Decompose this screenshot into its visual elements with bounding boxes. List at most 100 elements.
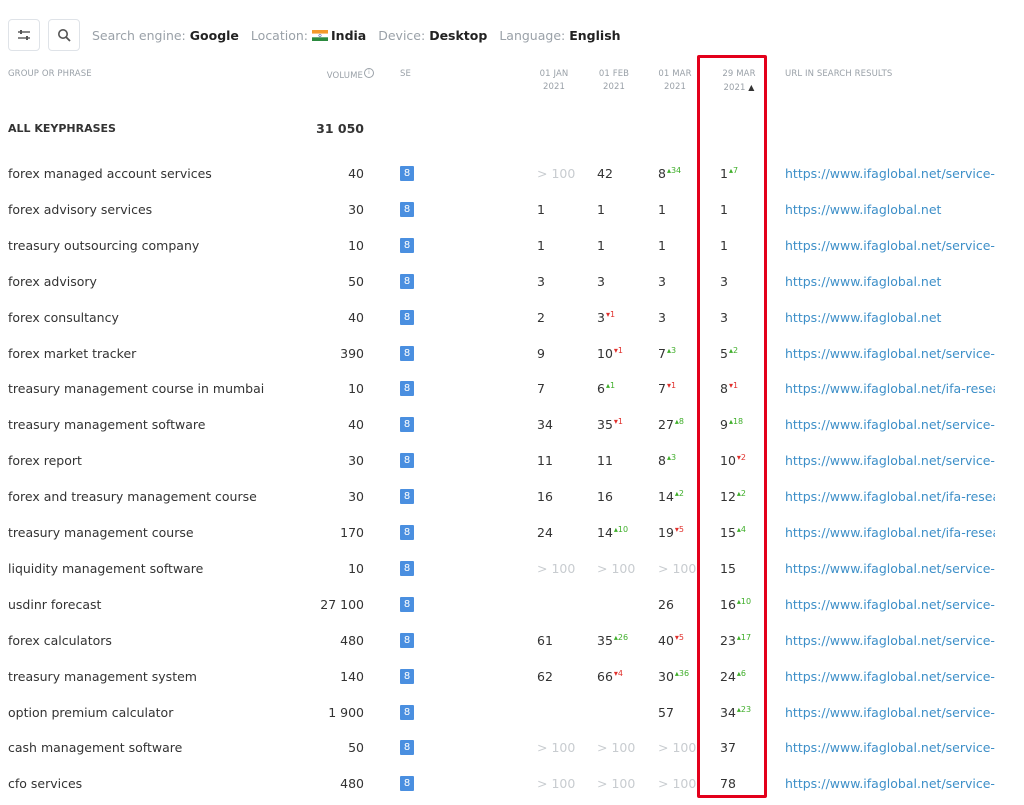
header-date-line1: 01 MAR: [658, 69, 692, 79]
result-url-link[interactable]: https://www.ifaglobal.net/service-of: [785, 695, 995, 731]
header-date-mar[interactable]: 01 MAR 2021: [655, 68, 695, 94]
table-row[interactable]: cfo services 480 8 > 100 > 100 > 100 78 https:/…: [0, 766, 1024, 802]
result-url-link[interactable]: https://www.ifaglobal.net/ifa-researc: [785, 479, 995, 515]
google-se-icon[interactable]: 8: [400, 273, 414, 289]
google-se-icon[interactable]: 8: [400, 381, 414, 397]
google-se-icon[interactable]: 8: [400, 668, 414, 684]
rank-change-value: 5: [678, 525, 685, 534]
google-se-icon[interactable]: 8: [400, 596, 414, 612]
table-row[interactable]: forex consultancy 40 8 2 3▾1 3 3 https://www.if…: [0, 300, 1024, 336]
result-url-link[interactable]: https://www.ifaglobal.net/service-of: [785, 623, 995, 659]
rank-value: 3: [597, 309, 605, 325]
result-url-link[interactable]: https://www.ifaglobal.net/service-of: [785, 336, 995, 372]
volume-value: 480: [340, 776, 364, 792]
google-se-icon[interactable]: 8: [400, 632, 414, 648]
filter-value-location: India: [331, 27, 367, 43]
header-group-or-phrase[interactable]: GROUP OR PHRASE: [8, 68, 92, 81]
rank-value: 30: [658, 668, 674, 684]
table-row[interactable]: forex advisory services 30 8 1 1 1 1 https://ww…: [0, 192, 1024, 228]
rank-value: 27: [658, 417, 674, 433]
result-url-link[interactable]: https://www.ifaglobal.net: [785, 264, 995, 300]
rank-value: 6: [597, 381, 605, 397]
table-row[interactable]: treasury management system 140 8 62 66▾4 30▴3…: [0, 659, 1024, 695]
google-se-icon[interactable]: 8: [400, 453, 414, 469]
rank-change-value: 8: [678, 417, 685, 427]
rank-change-up: ▴3: [667, 346, 676, 355]
google-se-icon[interactable]: 8: [400, 560, 414, 576]
rank-change-value: 5: [678, 632, 685, 642]
rank-cell: 1: [537, 192, 597, 228]
google-se-icon[interactable]: 8: [400, 309, 414, 325]
result-url-link[interactable]: https://www.ifaglobal.net/service-of: [785, 730, 995, 766]
table-row[interactable]: option premium calculator 1 900 8 57 34▴23 ht…: [0, 695, 1024, 731]
header-url-in-search-results[interactable]: URL IN SEARCH RESULTS: [785, 68, 892, 81]
table-row[interactable]: forex market tracker 390 8 9 10▾1 7▴3 5▴2 https…: [0, 336, 1024, 372]
keyphrase-text: treasury management system: [8, 668, 197, 684]
google-se-icon[interactable]: 8: [400, 237, 414, 253]
table-row[interactable]: treasury management course 170 8 24 14▴10 19▾…: [0, 515, 1024, 551]
table-row[interactable]: cash management software 50 8 > 100 > 100 > 1…: [0, 730, 1024, 766]
table-row[interactable]: forex advisory 50 8 3 3 3 3 https://www.ifaglob…: [0, 264, 1024, 300]
settings-sliders-button[interactable]: [8, 19, 40, 51]
rank-cell: > 100: [537, 766, 597, 802]
table-row[interactable]: forex report 30 8 11 11 8▴3 10▾2 https://www.if…: [0, 443, 1024, 479]
result-url-link[interactable]: https://www.ifaglobal.net/ifa-researc: [785, 515, 995, 551]
rank-value: 10: [597, 345, 613, 361]
table-row[interactable]: forex and treasury management course 30 8 1…: [0, 479, 1024, 515]
info-icon[interactable]: i: [364, 68, 374, 78]
result-url-link[interactable]: https://www.ifaglobal.net/service-of: [785, 156, 995, 192]
header-date-jan[interactable]: 01 JAN 2021: [534, 68, 574, 94]
table-row[interactable]: treasury management software 40 8 34 35▾1 27▴…: [0, 407, 1024, 443]
summary-phrase: ALL KEYPHRASES: [8, 122, 116, 135]
google-se-icon[interactable]: 8: [400, 417, 414, 433]
rank-value: 7: [537, 381, 545, 397]
table-row[interactable]: forex calculators 480 8 61 35▴26 40▾5 23▴17 htt…: [0, 623, 1024, 659]
table-row[interactable]: treasury management course in mumbai 10 8 7…: [0, 371, 1024, 407]
rank-cell: > 100: [537, 730, 597, 766]
rank-cell: > 100: [597, 551, 657, 587]
table-row[interactable]: forex managed account services 40 8 > 100 42…: [0, 156, 1024, 192]
header-volume[interactable]: VOLUME i: [300, 68, 374, 83]
header-date-line2: 2021: [663, 82, 687, 92]
keyphrase-text: treasury outsourcing company: [8, 237, 200, 253]
result-url-link[interactable]: https://www.ifaglobal.net/ifa-researc: [785, 371, 995, 407]
result-url-link[interactable]: https://www.ifaglobal.net/service-of: [785, 443, 995, 479]
result-url-link[interactable]: https://www.ifaglobal.net/service-of: [785, 551, 995, 587]
google-se-icon[interactable]: 8: [400, 525, 414, 540]
table-row[interactable]: usdinr forecast 27 100 8 26 16▴10 https://www…: [0, 587, 1024, 623]
result-url-link[interactable]: https://www.ifaglobal.net/service-of: [785, 659, 995, 695]
rank-value: > 100: [658, 560, 697, 576]
google-se-icon[interactable]: 8: [400, 704, 414, 720]
result-url-link[interactable]: https://www.ifaglobal.net/service-of: [785, 228, 995, 264]
rank-change-up: ▴8: [675, 417, 684, 426]
search-button[interactable]: [48, 19, 80, 51]
google-se-icon[interactable]: 8: [400, 201, 414, 217]
google-se-icon[interactable]: 8: [400, 166, 414, 181]
rank-value: 9: [537, 345, 545, 361]
rank-change-up: ▴1: [606, 381, 615, 390]
table-row[interactable]: liquidity management software 10 8 > 100 > 1…: [0, 551, 1024, 587]
result-url-link[interactable]: https://www.ifaglobal.net: [785, 192, 995, 228]
rank-value: > 100: [537, 776, 576, 792]
filter-label-location: Location:: [250, 27, 309, 43]
header-date-feb[interactable]: 01 FEB 2021: [594, 68, 634, 94]
result-url-link[interactable]: https://www.ifaglobal.net/service-of: [785, 407, 995, 443]
india-flag-icon: [312, 29, 329, 41]
google-se-icon[interactable]: 8: [400, 776, 414, 792]
google-se-icon[interactable]: 8: [400, 345, 414, 361]
volume-value: 30: [348, 201, 364, 217]
rank-cell: 3: [597, 264, 657, 300]
result-url-link[interactable]: https://www.ifaglobal.net/service-of: [785, 766, 995, 802]
result-url-link[interactable]: https://www.ifaglobal.net: [785, 300, 995, 336]
search-icon: [58, 29, 71, 42]
result-url-link[interactable]: https://www.ifaglobal.net/service-of: [785, 587, 995, 623]
table-row[interactable]: treasury outsourcing company 10 8 1 1 1 1 https…: [0, 228, 1024, 264]
rank-change-down: ▾1: [606, 310, 615, 319]
google-se-icon[interactable]: 8: [400, 489, 414, 505]
header-se[interactable]: SE: [400, 68, 411, 81]
filter-label-language: Language:: [499, 27, 566, 43]
google-se-icon[interactable]: 8: [400, 740, 414, 756]
rank-value: 14: [658, 489, 674, 505]
volume-value: 30: [348, 489, 364, 505]
rank-value: 3: [597, 273, 605, 289]
